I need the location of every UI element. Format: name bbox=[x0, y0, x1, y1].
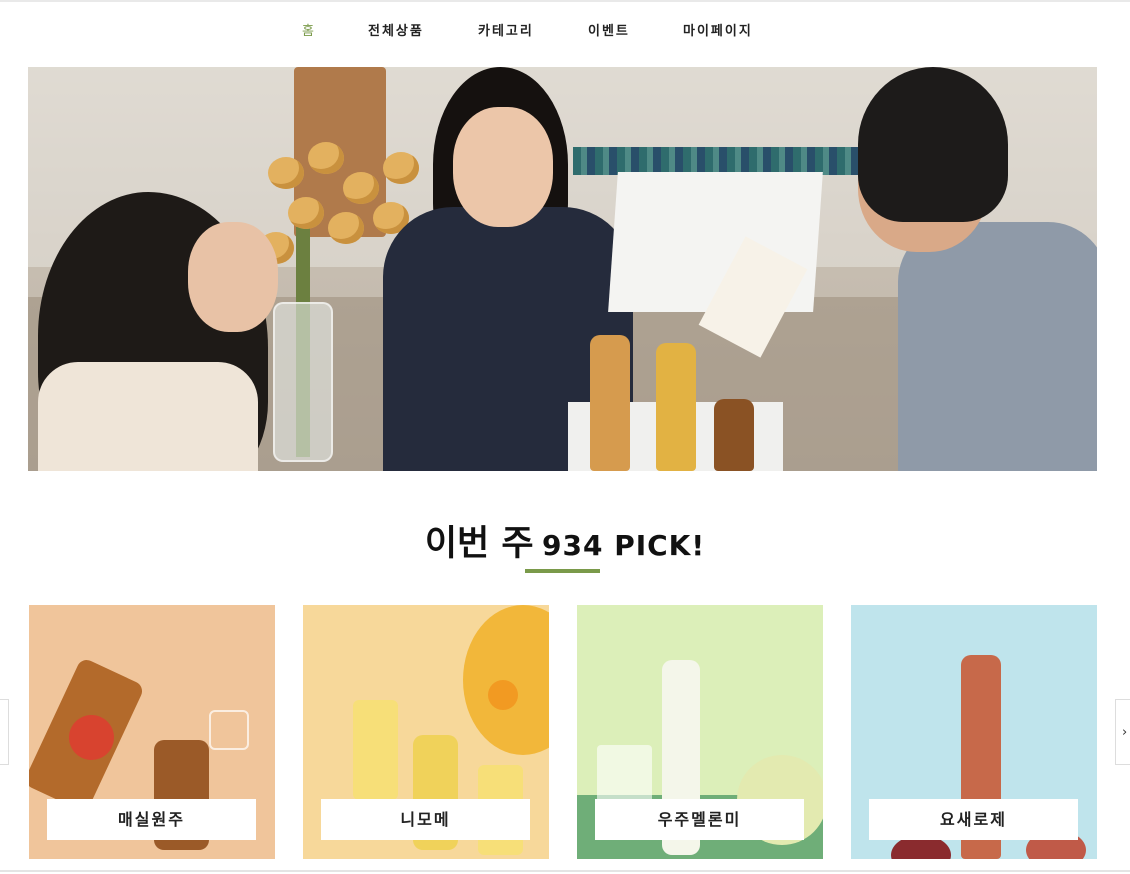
nav-item-event[interactable]: 이벤트 bbox=[588, 20, 630, 39]
bottom-divider bbox=[0, 870, 1130, 872]
chevron-right-icon: › bbox=[1122, 725, 1128, 740]
product-card[interactable]: 니모메 bbox=[303, 605, 549, 859]
nav-item-mypage[interactable]: 마이페이지 bbox=[683, 20, 753, 39]
person-right bbox=[758, 67, 1097, 471]
bottle-3 bbox=[714, 399, 754, 471]
carousel-next-button[interactable]: › bbox=[1115, 699, 1130, 765]
nav-item-home[interactable]: 홈 bbox=[302, 20, 316, 39]
product-name: 요새로제 bbox=[869, 799, 1078, 840]
nav-item-all-products[interactable]: 전체상품 bbox=[368, 20, 424, 39]
product-label-graphic bbox=[69, 715, 114, 760]
section-title-korean: 이번 주 bbox=[424, 524, 534, 564]
main-nav: 홈 전체상품 카테고리 이벤트 마이페이지 bbox=[0, 0, 1130, 58]
nav-item-category[interactable]: 카테고리 bbox=[478, 20, 534, 39]
section-underline bbox=[525, 569, 600, 573]
product-card[interactable]: 우주멜론미 bbox=[577, 605, 823, 859]
product-name: 매실원주 bbox=[47, 799, 256, 840]
product-can-image bbox=[353, 700, 398, 800]
product-name: 우주멜론미 bbox=[595, 799, 804, 840]
bottle-1 bbox=[590, 335, 630, 471]
carousel-prev-button[interactable] bbox=[0, 699, 9, 765]
bottle-2 bbox=[656, 343, 696, 471]
person-left bbox=[28, 137, 308, 471]
product-card[interactable]: 매실원주 bbox=[29, 605, 275, 859]
tangerine-image bbox=[488, 680, 518, 710]
hero-banner-image[interactable] bbox=[28, 67, 1097, 471]
glass-image bbox=[209, 710, 249, 750]
section-title: 이번 주 934 PICK! bbox=[0, 515, 1130, 566]
section-title-english: 934 PICK! bbox=[542, 529, 706, 562]
product-card[interactable]: 요새로제 bbox=[851, 605, 1097, 859]
product-name: 니모메 bbox=[321, 799, 530, 840]
